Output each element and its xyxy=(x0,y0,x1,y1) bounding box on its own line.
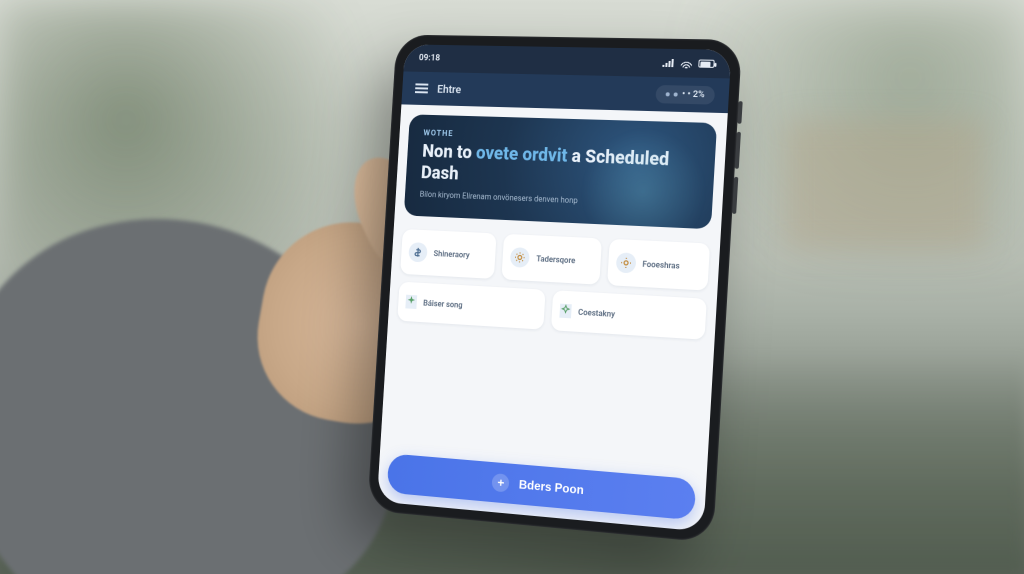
dollar-icon xyxy=(408,242,428,262)
dot-icon xyxy=(674,92,678,96)
category-tile[interactable]: Shineraory xyxy=(400,229,497,279)
category-label: Tadersqore xyxy=(536,254,576,265)
menu-icon[interactable] xyxy=(415,83,428,93)
wifi-icon xyxy=(680,59,693,68)
sun-icon xyxy=(615,252,636,273)
sun-icon xyxy=(510,247,530,268)
hero-title-pre: Non to xyxy=(422,141,477,163)
dot-icon xyxy=(666,92,670,96)
category-label: Fooeshras xyxy=(642,259,680,270)
hero-card[interactable]: Wothe Non to ovete ordvit a Scheduled Da… xyxy=(404,114,717,229)
status-time: 09:18 xyxy=(419,53,441,63)
app-header: Ehtre • • 2% xyxy=(401,71,729,113)
app-title: Ehtre xyxy=(437,82,462,95)
plus-icon: + xyxy=(492,473,510,492)
category-label: Coestakny xyxy=(578,307,615,318)
tablet-screen: 09:18 Ehtre • • 2% Wothe Non to ovete or… xyxy=(377,44,732,531)
sparkle-icon xyxy=(559,304,571,319)
category-label: Shineraory xyxy=(433,249,469,260)
hero-graphic xyxy=(560,114,717,229)
category-tile[interactable]: Fooeshras xyxy=(607,239,710,291)
primary-action-label: Bders Poon xyxy=(518,477,584,497)
sparkle-icon xyxy=(405,295,417,309)
header-status-pill[interactable]: • • 2% xyxy=(656,85,716,105)
battery-icon xyxy=(698,59,715,67)
signal-icon xyxy=(662,59,674,67)
category-label: Báiser song xyxy=(423,298,463,309)
tablet-device: 09:18 Ehtre • • 2% Wothe Non to ovete or… xyxy=(367,35,742,543)
hero-title-accent: ovete ordvit xyxy=(475,143,568,167)
category-tile[interactable]: Tadersqore xyxy=(502,234,602,285)
header-pill-label: • • 2% xyxy=(682,90,705,101)
background-building xyxy=(784,120,984,250)
